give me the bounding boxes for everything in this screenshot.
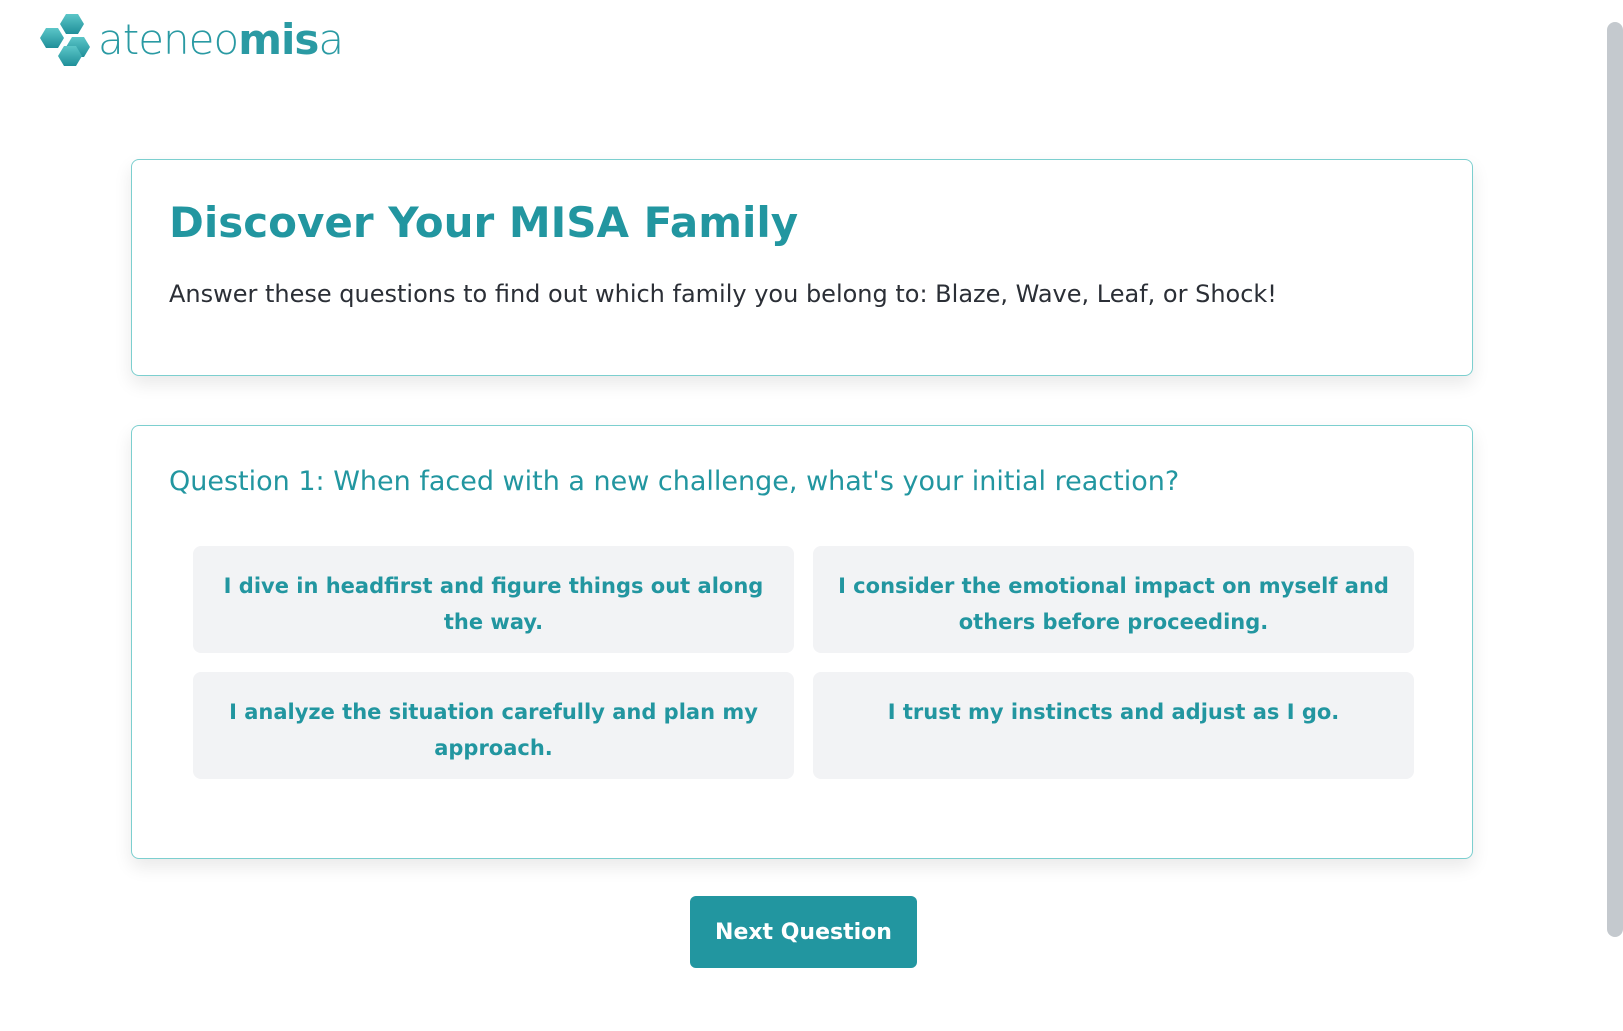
answer-option-2[interactable]: I consider the emotional impact on mysel…	[813, 546, 1414, 653]
page-title: Discover Your MISA Family	[169, 198, 799, 247]
question-card: Question 1: When faced with a new challe…	[131, 425, 1473, 859]
scrollbar[interactable]	[1603, 0, 1623, 1031]
answer-option-4[interactable]: I trust my instincts and adjust as I go.	[813, 672, 1414, 779]
answer-options: I dive in headfirst and figure things ou…	[193, 546, 1415, 779]
answer-option-1[interactable]: I dive in headfirst and figure things ou…	[193, 546, 794, 653]
intro-card: Discover Your MISA Family Answer these q…	[131, 159, 1473, 376]
answer-option-3[interactable]: I analyze the situation carefully and pl…	[193, 672, 794, 779]
hexagon-cluster-logo-icon	[40, 14, 90, 66]
intro-description: Answer these questions to find out which…	[169, 280, 1277, 308]
scrollbar-thumb[interactable]	[1607, 22, 1623, 937]
page: ateneomisa Discover Your MISA Family Ans…	[0, 0, 1623, 1031]
logo-text-ateneo: ateneo	[98, 15, 239, 64]
logo-wordmark: ateneomisa	[98, 19, 344, 61]
logo-text-a: a	[318, 15, 344, 64]
next-question-button[interactable]: Next Question	[690, 896, 917, 968]
ateneo-misa-logo[interactable]: ateneomisa	[34, 12, 344, 68]
question-text: Question 1: When faced with a new challe…	[169, 466, 1180, 497]
logo-text-mis: mis	[238, 15, 319, 64]
